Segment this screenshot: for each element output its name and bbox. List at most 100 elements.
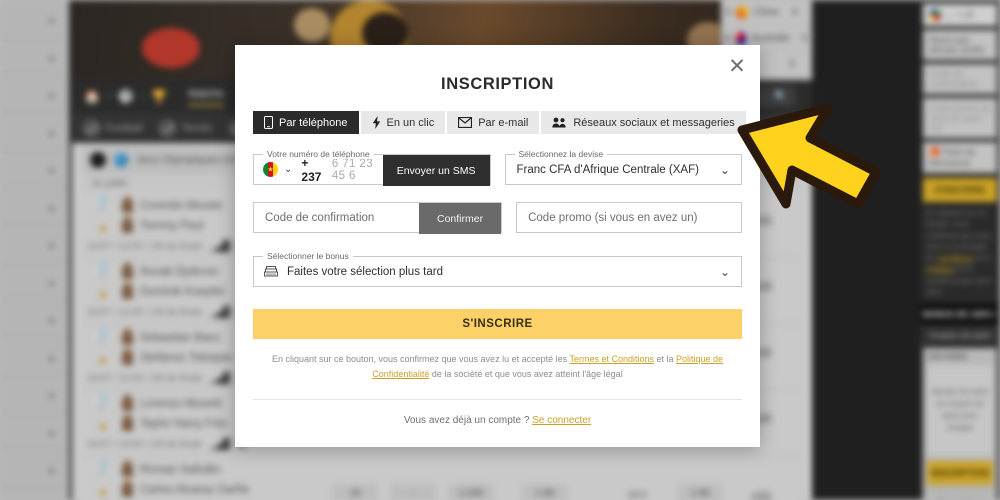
confirmation-code-input[interactable]: [254, 203, 419, 232]
right-bonus-field[interactable]: 🎁 Pack de bienvenue: [923, 142, 997, 173]
promo-code-input[interactable]: [517, 203, 741, 232]
chevron-down-icon[interactable]: ⌄: [284, 164, 292, 175]
terms-and-conditions-link[interactable]: Termes et Conditions: [569, 354, 654, 364]
chevron-down-icon: ⌄: [46, 123, 57, 139]
close-icon[interactable]: ✕: [724, 53, 750, 79]
right-phone-field[interactable]: ⌄ + 27: [923, 4, 997, 26]
submit-registration-button[interactable]: S'INSCRIRE: [253, 309, 742, 339]
sidebar-row[interactable]: ⌄: [0, 488, 69, 500]
favorite-star-icon[interactable]: ★: [97, 485, 109, 500]
gold-count: 6: [792, 7, 798, 18]
chart-icon[interactable]: ▁▄█: [210, 439, 230, 450]
chart-icon[interactable]: ▁▄█: [210, 307, 230, 318]
bet-slip-register-button[interactable]: INSCRIPTION: [927, 461, 993, 485]
avatar: [122, 328, 133, 345]
stats-icon[interactable]: 🏸: [94, 327, 112, 346]
trophy-icon[interactable]: 🏆: [151, 90, 167, 103]
confirmation-code-field[interactable]: Confirmer: [253, 202, 503, 234]
phone-icon: [264, 116, 273, 129]
phone-field-legend: Votre numéro de téléphone: [263, 149, 374, 159]
sidebar-row[interactable]: ⌄: [0, 150, 69, 188]
login-link[interactable]: Se connecter: [532, 415, 591, 426]
send-sms-button[interactable]: Envoyer un SMS: [382, 155, 490, 186]
sport-item-football[interactable]: Football: [84, 120, 142, 136]
confirm-button[interactable]: Confirmer: [419, 203, 502, 234]
sidebar-row[interactable]: ⌄: [0, 450, 69, 488]
home-icon[interactable]: 🏠: [84, 90, 100, 103]
currency-select-field[interactable]: Sélectionnez la devise Franc CFA d'Afriq…: [504, 149, 742, 185]
form-row-1: Votre numéro de téléphone ⌄ + 237 6 71 2…: [253, 148, 742, 186]
sidebar-row[interactable]: ⌄: [0, 38, 69, 75]
breadcrumb-separator: ›: [140, 91, 145, 102]
tab-matchs[interactable]: Matchs: [188, 88, 224, 106]
chevron-down-icon: ⌄: [46, 198, 57, 214]
sidebar-row[interactable]: ⌄: [0, 413, 69, 450]
match-meta: 31/07 / 13:00 / 1/8 de finale▁▄█▤: [87, 439, 247, 450]
stats-icon[interactable]: 🏸: [94, 261, 112, 280]
sport-item-tennis[interactable]: Tennis: [160, 120, 212, 136]
terms-link[interactable]: Conditions: [938, 253, 973, 262]
people-group-icon: [552, 117, 567, 128]
table-row[interactable]: 🏸 ★ Roman Safiullin Carlos Alcaraz Garfi…: [82, 456, 802, 500]
sidebar-row[interactable]: ⌄: [0, 263, 69, 300]
sidebar-row[interactable]: ⌄: [0, 300, 69, 338]
search-icon[interactable]: 🔍: [774, 90, 788, 103]
sidebar-row[interactable]: ⌄: [0, 375, 69, 413]
bet-slip-title: VOS PARIS: [927, 352, 968, 361]
right-submit-button[interactable]: S'INSCRIRE: [923, 178, 997, 202]
avatar: [122, 282, 133, 299]
odd-button[interactable]: -: [390, 484, 436, 500]
odd-button[interactable]: 1.80: [522, 484, 568, 500]
favorite-star-icon[interactable]: ★: [97, 419, 109, 435]
chevron-down-icon: ⌄: [46, 460, 57, 476]
stats-icon[interactable]: 🏸: [94, 459, 112, 478]
player-name: Taylor Harry Fritz: [140, 418, 228, 430]
favorite-star-icon[interactable]: ★: [97, 353, 109, 369]
chevron-down-icon[interactable]: ⌄: [720, 266, 730, 278]
tab-par-telephone[interactable]: Par téléphone: [253, 111, 359, 134]
right-promo-field[interactable]: Code promo (si vous en avez un): [923, 98, 997, 138]
right-currency-field[interactable]: Rand sud-africain (ZAR): [923, 30, 997, 60]
favorite-star-icon[interactable]: ★: [97, 287, 109, 303]
row-action-icons: 🏸 ★: [88, 393, 118, 435]
phone-number-field[interactable]: Votre numéro de téléphone ⌄ + 237 6 71 2…: [253, 149, 491, 186]
chart-icon[interactable]: ▁▄█: [210, 373, 230, 384]
match-meta: 31/07 / 12:00 / 1/8 de finale▁▄█▤: [87, 241, 247, 252]
favorite-star-icon[interactable]: ★: [97, 221, 109, 237]
right-confirm-field[interactable]: Code de confirmation: [923, 64, 997, 94]
sidebar-row[interactable]: ⌄: [0, 225, 69, 263]
privacy-link[interactable]: Politique: [926, 264, 955, 273]
match-players: Corentin Moutet Tommy Paul: [122, 196, 222, 237]
screen-root: ⌄ ⌄ ⌄ ⌄ ⌄ ⌄ ⌄ ⌄ ⌄ ⌄ ⌄ ⌄ ⌄ ⌄ 🏠: [0, 0, 1000, 500]
chevron-down-icon: ⌄: [46, 348, 57, 364]
avatar: [122, 196, 133, 213]
player-name: Corentin Moutet: [140, 200, 222, 212]
stats-icon[interactable]: 🏸: [94, 393, 112, 412]
globe-icon: [114, 153, 128, 167]
sidebar-row[interactable]: ⌄: [0, 75, 69, 113]
form-row-2: Confirmer: [253, 202, 742, 234]
tab-en-un-clic[interactable]: En un clic: [360, 111, 446, 134]
chart-icon[interactable]: ▁▄█: [210, 241, 230, 252]
bonus-select-field[interactable]: Sélectionner le bonus Faites votre sélec…: [253, 251, 742, 287]
promo-code-field[interactable]: [516, 202, 742, 233]
chevron-down-icon[interactable]: ⌄: [720, 164, 730, 176]
stats-icon[interactable]: 🏸: [94, 195, 112, 214]
tab-reseaux-sociaux[interactable]: Réseaux sociaux et messageries: [541, 111, 746, 134]
country-name: Australie: [751, 33, 791, 44]
coupon-bar[interactable]: Coupon de paris: [920, 325, 1000, 345]
sidebar-row[interactable]: ⌄: [0, 188, 69, 225]
cameroon-flag-icon[interactable]: [263, 162, 278, 177]
sidebar-row[interactable]: ⌄: [0, 113, 69, 150]
sidebar-row[interactable]: ⌄: [0, 338, 69, 375]
more-markets-link[interactable]: +252: [750, 490, 771, 500]
football-icon[interactable]: ⚽: [118, 90, 134, 103]
bonus-banner[interactable]: BONUS DE 100% !: [920, 303, 1000, 325]
odd-button[interactable]: 1.045: [448, 484, 494, 500]
sidebar-row[interactable]: ⌄: [0, 0, 69, 38]
save-load-link[interactable]: Enregistrer / charger: [927, 494, 993, 500]
odd-button[interactable]: 1.95: [677, 484, 723, 500]
row-action-icons: 🏸 ★: [88, 195, 118, 237]
odd-button[interactable]: 10: [332, 484, 378, 500]
tab-par-email[interactable]: Par e-mail: [447, 111, 540, 134]
